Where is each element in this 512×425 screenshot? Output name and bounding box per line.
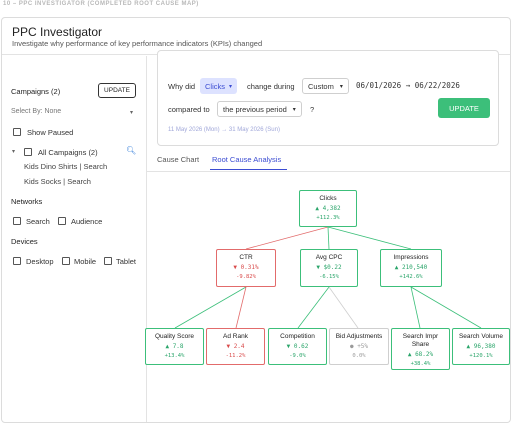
node-label: Competition — [280, 333, 315, 340]
node-competition[interactable]: Competition ▼ 0.62 -9.0% — [268, 328, 327, 365]
node-value: ▲ 68.2% — [407, 351, 434, 358]
node-change: -9.0% — [289, 353, 306, 359]
node-value: ▼ $0.22 — [316, 264, 342, 271]
node-change: 0.0% — [352, 353, 366, 359]
node-change: +38.4% — [410, 361, 431, 367]
node-value: ▼ 2.4 — [226, 343, 245, 350]
node-change: +120.1% — [469, 353, 493, 359]
node-label: Avg CPC — [315, 254, 343, 261]
node-ctr[interactable]: CTR ▼ 0.31% -9.82% — [216, 249, 276, 287]
node-change: -11.2% — [225, 353, 246, 359]
connector-clicks-avg-cpc — [327, 226, 330, 250]
node-value: ▼ 0.31% — [233, 264, 259, 271]
connector-avgcpc-competition — [297, 286, 330, 329]
node-value: ● +5% — [349, 343, 369, 350]
node-label: Ad Rank — [223, 333, 248, 340]
node-quality-score[interactable]: Quality Score ▲ 7.8 +13.4% — [145, 328, 204, 365]
node-label: Search Volume — [458, 333, 504, 340]
node-label: CTR — [239, 254, 253, 261]
connector-avgcpc-bid-adjustments — [328, 286, 359, 329]
node-avg-cpc[interactable]: Avg CPC ▼ $0.22 -6.15% — [300, 249, 358, 287]
node-change: -9.82% — [236, 274, 256, 280]
node-value: ▼ 0.62 — [286, 343, 309, 350]
node-ad-rank[interactable]: Ad Rank ▼ 2.4 -11.2% — [206, 328, 265, 365]
connector-impressions-search-volume — [410, 286, 482, 329]
node-impressions[interactable]: Impressions ▲ 210,540 +142.6% — [380, 249, 442, 287]
connector-impressions-search-impr-share — [410, 286, 421, 329]
connector-clicks-impressions — [327, 226, 412, 250]
node-label: Impressions — [393, 254, 429, 261]
node-clicks[interactable]: Clicks ▲ 4,382 +112.3% — [299, 190, 357, 227]
connector-clicks-ctr — [245, 226, 329, 250]
node-value: ▲ 7.8 — [165, 343, 184, 350]
connector-ctr-quality-score — [174, 286, 247, 329]
connector-ctr-ad-rank — [235, 286, 247, 329]
node-label: Clicks — [319, 195, 337, 202]
node-value: ▲ 4,382 — [315, 205, 341, 212]
node-change: -6.15% — [319, 274, 339, 280]
node-label: Bid Adjustments — [335, 333, 383, 340]
node-change: +13.4% — [164, 353, 185, 359]
node-search-volume[interactable]: Search Volume ▲ 96,380 +120.1% — [452, 328, 510, 365]
node-search-impr-share[interactable]: Search Impr Share ▲ 68.2% +38.4% — [391, 328, 450, 370]
node-value: ▲ 96,380 — [466, 343, 496, 350]
node-label: Quality Score — [154, 333, 195, 340]
node-change: +142.6% — [399, 274, 423, 280]
node-change: +112.3% — [316, 215, 340, 221]
node-bid-adjustments[interactable]: Bid Adjustments ● +5% 0.0% — [329, 328, 389, 365]
node-value: ▲ 210,540 — [394, 264, 428, 271]
node-label: Search Impr Share — [402, 333, 439, 348]
